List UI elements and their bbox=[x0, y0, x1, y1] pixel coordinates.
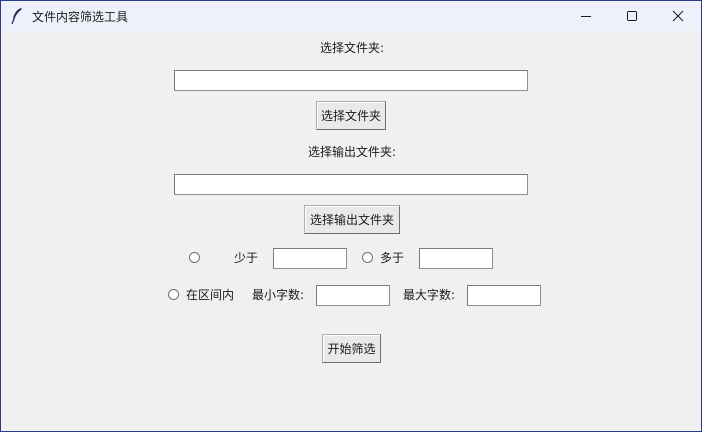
app-window: 文件内容筛选工具 选择文件夹: 选择文件夹 选择输出文件夹: 选择输出文件夹 少… bbox=[0, 0, 702, 432]
range-label: 在区间内 bbox=[186, 288, 235, 302]
minimize-button[interactable] bbox=[563, 1, 609, 31]
maximize-icon bbox=[627, 11, 637, 21]
more-than-label: 多于 bbox=[380, 251, 405, 265]
main-panel: 选择文件夹: 选择文件夹 选择输出文件夹: 选择输出文件夹 少于 多于 在区间内… bbox=[1, 31, 701, 431]
output-folder-input[interactable] bbox=[174, 174, 528, 195]
max-chars-input[interactable] bbox=[467, 285, 541, 306]
close-icon bbox=[672, 10, 684, 22]
more-than-radio[interactable] bbox=[362, 252, 373, 263]
select-folder-button[interactable]: 选择文件夹 bbox=[316, 101, 386, 130]
more-than-input[interactable] bbox=[419, 248, 493, 269]
minimize-icon bbox=[581, 16, 591, 17]
min-chars-input[interactable] bbox=[316, 285, 390, 306]
less-than-label: 少于 bbox=[234, 251, 259, 265]
output-folder-label: 选择输出文件夹: bbox=[308, 145, 397, 159]
title-bar[interactable]: 文件内容筛选工具 bbox=[1, 1, 701, 31]
range-radio[interactable] bbox=[168, 289, 179, 300]
min-chars-label: 最小字数: bbox=[252, 288, 305, 302]
window-title: 文件内容筛选工具 bbox=[32, 10, 129, 24]
max-chars-label: 最大字数: bbox=[403, 288, 456, 302]
feather-icon bbox=[11, 8, 22, 25]
less-than-input[interactable] bbox=[273, 248, 347, 269]
select-output-folder-button[interactable]: 选择输出文件夹 bbox=[304, 205, 400, 234]
start-filter-button[interactable]: 开始筛选 bbox=[322, 334, 381, 363]
close-button[interactable] bbox=[655, 1, 701, 31]
folder-label: 选择文件夹: bbox=[320, 41, 385, 55]
maximize-button[interactable] bbox=[609, 1, 655, 31]
less-than-radio[interactable] bbox=[189, 252, 200, 263]
folder-path-input[interactable] bbox=[174, 70, 528, 91]
